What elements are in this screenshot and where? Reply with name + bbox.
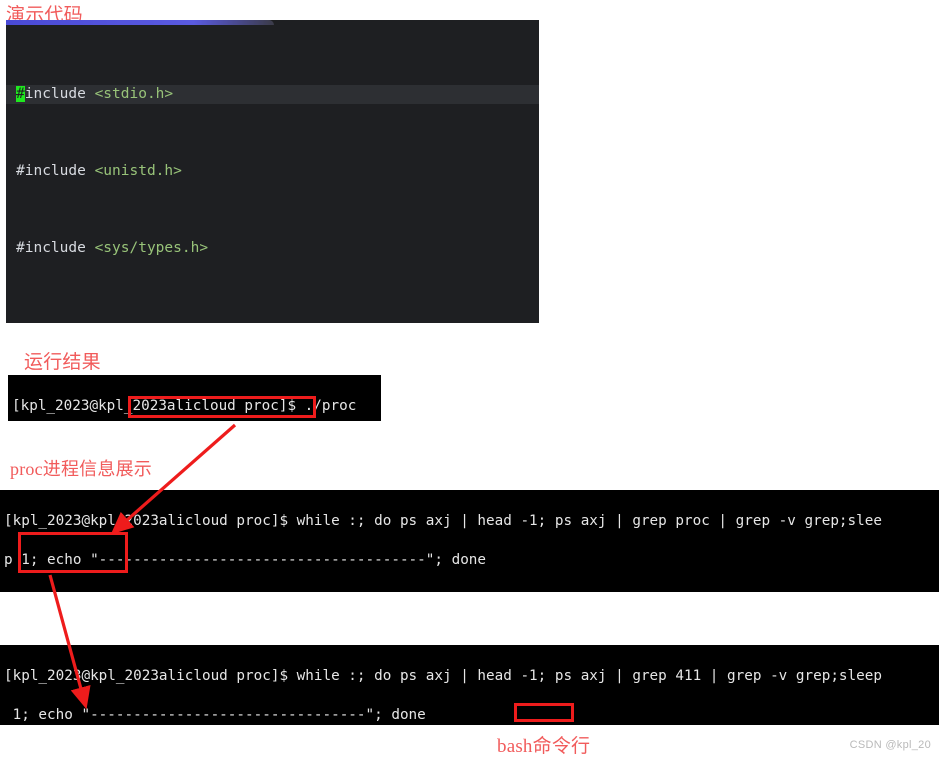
terminal-proc-info[interactable]: [kpl_2023@kpl_2023alicloud proc]$ while … bbox=[0, 490, 939, 592]
label-proc-info: proc进程信息展示 bbox=[10, 459, 152, 479]
terminal-line: [kpl_2023@kpl_2023alicloud proc]$ ./proc bbox=[12, 397, 381, 417]
code-line: #include <sys/types.h> bbox=[16, 239, 539, 258]
shell-command-wrap: 1; echo "-------------------------------… bbox=[4, 706, 426, 723]
code-token-header-unistd: <unistd.h> bbox=[94, 163, 182, 180]
terminal-line: [kpl_2023@kpl_2023alicloud proc]$ while … bbox=[4, 667, 939, 687]
terminal-line: p 1; echo "-----------------------------… bbox=[4, 551, 939, 571]
shell-command-wrap: p 1; echo "-----------------------------… bbox=[4, 551, 487, 568]
terminal-run-result[interactable]: [kpl_2023@kpl_2023alicloud proc]$ ./proc… bbox=[8, 375, 381, 421]
label-run-result: 运行结果 bbox=[24, 352, 101, 373]
code-token-header-stdio: <stdio.h> bbox=[94, 85, 174, 102]
shell-prompt: [kpl_2023@kpl_2023alicloud proc]$ bbox=[4, 512, 289, 529]
label-bash-cli: bash命令行 bbox=[497, 736, 591, 757]
ps-header: PPID PID PGID SID TTY TPGID STAT UID TIM… bbox=[4, 591, 615, 593]
shell-prompt: [kpl_2023@kpl_2023alicloud proc]$ bbox=[12, 397, 297, 414]
csdn-watermark: CSDN @kpl_20 bbox=[849, 739, 931, 751]
code-line: #include <unistd.h> bbox=[16, 162, 539, 181]
ps-header-row: PPID PID PGID SID TTY TPGID STAT UID TIM… bbox=[4, 590, 939, 593]
editor-cursor: # bbox=[16, 85, 25, 102]
code-content[interactable]: #include <stdio.h> #include <unistd.h> #… bbox=[6, 25, 539, 323]
terminal-bash-info[interactable]: [kpl_2023@kpl_2023alicloud proc]$ while … bbox=[0, 645, 939, 725]
code-token-include: #include bbox=[16, 240, 86, 257]
shell-command: ./proc bbox=[296, 397, 357, 414]
code-editor-panel[interactable]: #include <stdio.h> #include <unistd.h> #… bbox=[6, 20, 539, 323]
shell-prompt: [kpl_2023@kpl_2023alicloud proc]$ bbox=[4, 667, 289, 684]
code-token-include: #include bbox=[16, 163, 86, 180]
terminal-line: 1; echo "-------------------------------… bbox=[4, 706, 939, 726]
shell-command: while :; do ps axj | head -1; ps axj | g… bbox=[288, 667, 882, 684]
code-line: #include <stdio.h> bbox=[6, 84, 539, 105]
terminal-line: [kpl_2023@kpl_2023alicloud proc]$ while … bbox=[4, 512, 939, 532]
code-token-header-systypes: <sys/types.h> bbox=[94, 240, 209, 257]
code-token-include: include bbox=[24, 85, 86, 102]
shell-command: while :; do ps axj | head -1; ps axj | g… bbox=[288, 512, 882, 529]
